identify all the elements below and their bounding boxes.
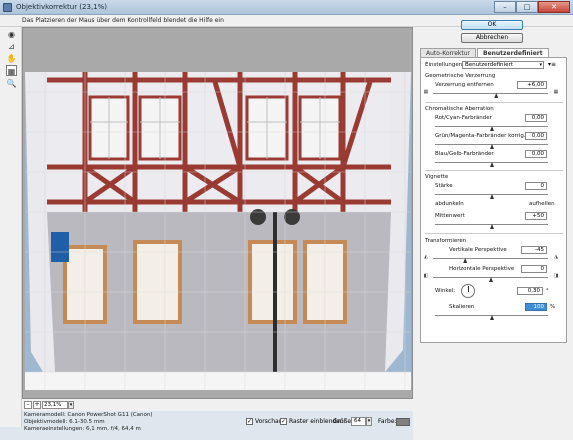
settings-label: Einstellungen: <box>425 62 465 68</box>
camera-model: Kameramodell: Canon PowerShot G11 (Canon… <box>24 412 153 418</box>
perspective-right-icon: ◨ <box>553 273 559 279</box>
preview-checkbox[interactable]: ✓ <box>246 418 253 425</box>
settings-menu-icon[interactable]: ▾≡ <box>548 61 556 68</box>
scale-unit: % <box>550 304 556 310</box>
camera-settings: Kameraeinstellungen: 6,1 mm, f/4, 64,4 m <box>24 426 141 432</box>
chromatic-aberration-heading: Chromatische Aberration <box>425 106 494 112</box>
preview-canvas[interactable] <box>22 27 413 399</box>
window-title: Objektivkorrektur (23,1%) <box>16 3 107 11</box>
divider <box>425 102 563 103</box>
green-magenta-label: Grün/Magenta-Farbränder korrig. <box>435 133 526 139</box>
correction-panel: OK Abbrechen Auto-Korrektur Benutzerdefi… <box>413 20 573 440</box>
close-button[interactable]: ✕ <box>538 1 570 13</box>
vignette-heading: Vignette <box>425 174 449 180</box>
camera-info: Kameramodell: Canon PowerShot G11 (Canon… <box>24 412 224 440</box>
settings-dropdown-value: Benutzerdefiniert <box>465 62 513 68</box>
vertical-perspective-slider[interactable] <box>433 258 548 259</box>
horizontal-perspective-slider[interactable] <box>433 277 548 278</box>
divider <box>425 233 563 234</box>
tool-palette: ◉ ⊿ ✋ ▦ 🔍 <box>0 27 22 427</box>
remove-distortion-slider[interactable] <box>433 93 548 94</box>
maximize-button[interactable]: □ <box>516 1 538 13</box>
scale-slider[interactable] <box>435 315 548 316</box>
grid-size-dropdown-arrow[interactable]: ▾ <box>366 417 372 426</box>
grid-color-label: Farbe: <box>378 418 397 425</box>
darken-label: abdunkeln <box>435 201 464 207</box>
minimize-button[interactable]: – <box>494 1 516 13</box>
brighten-label: aufhellen <box>529 201 555 207</box>
green-magenta-slider[interactable] <box>435 144 548 145</box>
grid-size-field[interactable]: 64 <box>351 417 366 426</box>
perspective-top-icon: ◭ <box>424 254 428 260</box>
geometric-distortion-heading: Geometrische Verzerrung <box>425 73 496 79</box>
remove-distortion-tool-icon[interactable]: ◉ <box>6 29 17 40</box>
perspective-bottom-icon: ◮ <box>554 254 558 260</box>
zoom-dropdown-arrow[interactable]: ▾ <box>68 401 74 409</box>
angle-field[interactable]: 0,30 <box>517 287 543 295</box>
red-cyan-slider[interactable] <box>435 126 548 127</box>
hand-tool-icon[interactable]: ✋ <box>6 53 17 64</box>
vignette-strength-field[interactable]: 0 <box>525 182 547 190</box>
vertical-perspective-label: Vertikale Perspektive <box>449 247 507 253</box>
tab-auto-correction[interactable]: Auto-Korrektur <box>420 48 476 57</box>
show-grid-checkbox[interactable]: ✓ <box>280 418 287 425</box>
zoom-tool-icon[interactable]: 🔍 <box>6 78 17 89</box>
vignette-midpoint-label: Mittenwert <box>435 213 465 219</box>
scale-label: Skalieren <box>449 304 475 310</box>
perspective-left-icon: ◧ <box>423 273 429 279</box>
settings-dropdown[interactable]: Benutzerdefiniert ▾ <box>462 61 544 69</box>
zoom-in-button[interactable]: + <box>33 401 41 409</box>
lens-model: Objektivmodell: 6.1-30.5 mm <box>24 419 105 425</box>
scale-field[interactable]: 100 <box>525 303 547 311</box>
preview-label: Vorschau <box>255 418 283 425</box>
barrel-icon: ▦ <box>553 89 559 95</box>
vignette-strength-slider[interactable] <box>435 194 548 195</box>
pincushion-icon: ▦ <box>423 89 429 95</box>
remove-distortion-field[interactable]: +6,00 <box>517 81 547 89</box>
zoom-bar: – + 23,1% ▾ <box>22 399 413 411</box>
cancel-button[interactable]: Abbrechen <box>461 33 523 43</box>
app-icon <box>3 3 12 12</box>
angle-unit: ° <box>546 288 549 294</box>
vertical-perspective-field[interactable]: -45 <box>521 246 547 254</box>
grid-color-swatch[interactable] <box>396 418 410 426</box>
angle-dial[interactable] <box>461 284 475 298</box>
zoom-out-button[interactable]: – <box>24 401 32 409</box>
building-photo <box>25 72 411 390</box>
divider <box>425 170 563 171</box>
angle-label: Winkel: <box>435 288 456 294</box>
hint-text: Das Platzieren der Maus über dem Kontrol… <box>22 17 224 24</box>
vignette-strength-label: Stärke <box>435 183 453 189</box>
blue-yellow-field[interactable]: 0,00 <box>525 150 547 158</box>
straighten-tool-icon[interactable]: ⊿ <box>6 41 17 52</box>
remove-distortion-label: Verzerrung entfernen <box>435 82 494 88</box>
red-cyan-label: Rot/Cyan-Farbränder <box>435 115 492 121</box>
grid-tool-icon[interactable]: ▦ <box>6 65 17 76</box>
ok-button[interactable]: OK <box>461 20 523 30</box>
horizontal-perspective-field[interactable]: 0 <box>521 265 547 273</box>
green-magenta-field[interactable]: 0,00 <box>525 132 547 140</box>
window-controls: – □ ✕ <box>494 1 570 13</box>
red-cyan-field[interactable]: 0,00 <box>525 114 547 122</box>
vignette-midpoint-slider[interactable] <box>435 224 548 225</box>
transform-heading: Transformieren <box>425 238 467 244</box>
title-bar: Objektivkorrektur (23,1%) – □ ✕ <box>0 0 573 15</box>
horizontal-perspective-label: Horizontale Perspektive <box>449 266 515 272</box>
blue-yellow-slider[interactable] <box>435 162 548 163</box>
blue-yellow-label: Blau/Gelb-Farbränder <box>435 151 494 157</box>
vignette-midpoint-field[interactable]: +50 <box>525 212 547 220</box>
chevron-down-icon: ▾ <box>539 62 542 68</box>
zoom-level-field[interactable]: 23,1% <box>42 401 68 409</box>
custom-settings-panel: Einstellungen: Benutzerdefiniert ▾ ▾≡ Ge… <box>420 57 567 343</box>
